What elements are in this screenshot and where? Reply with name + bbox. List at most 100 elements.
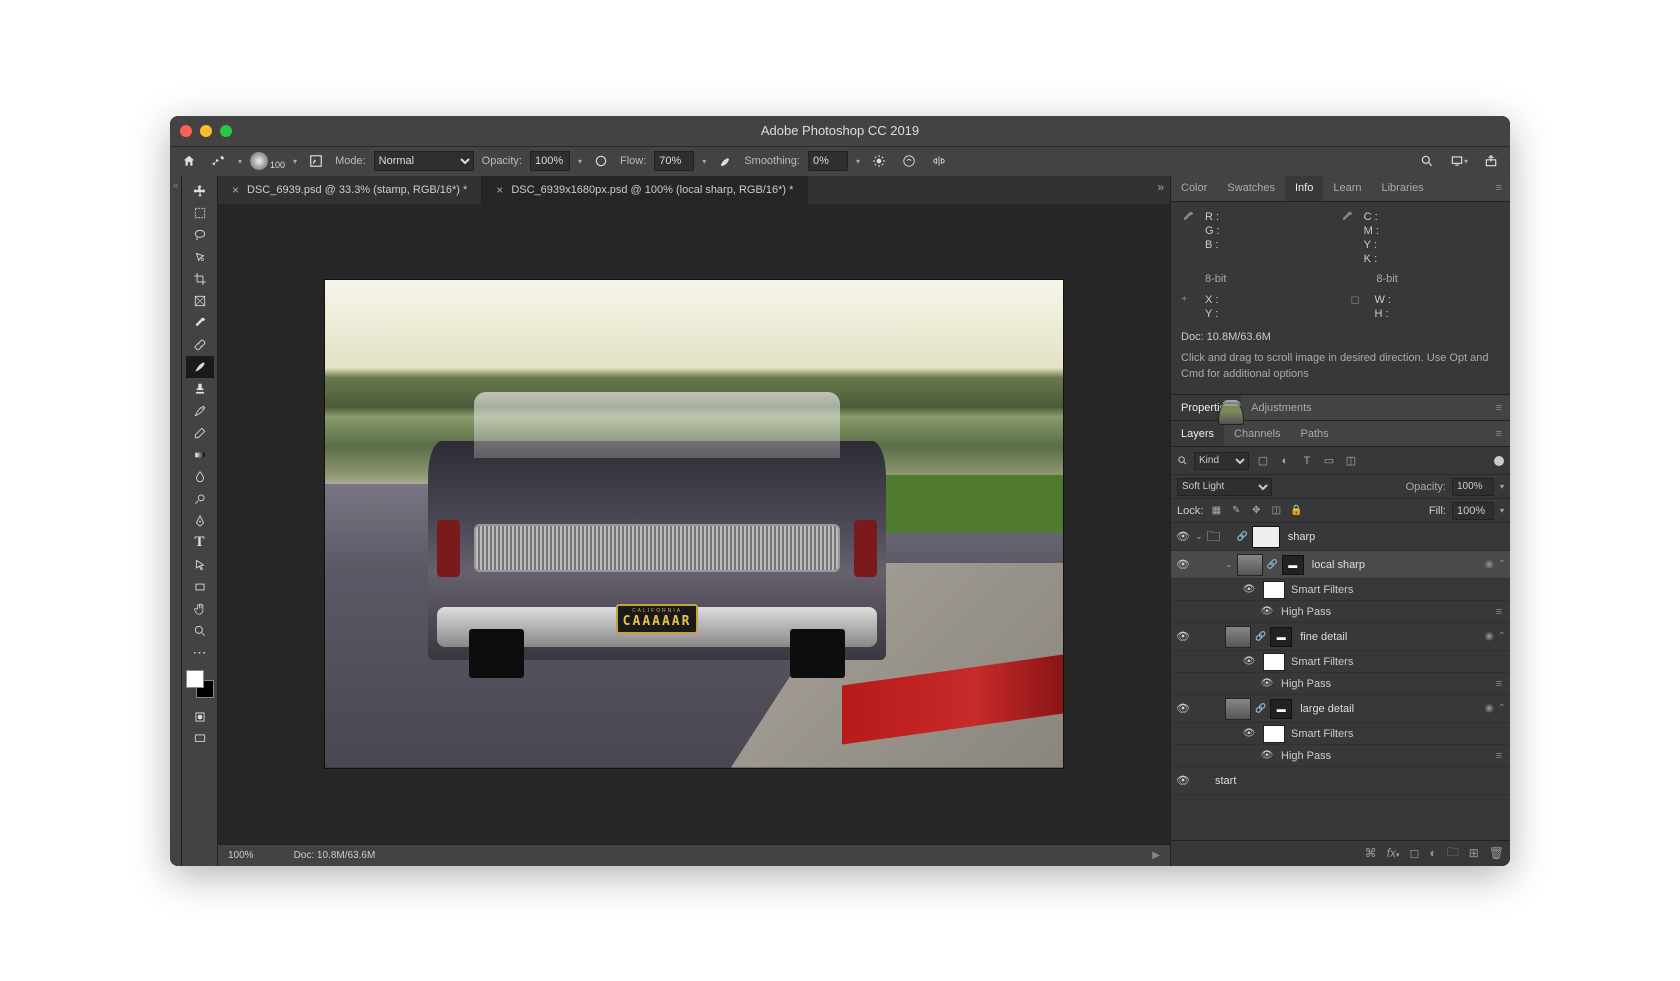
visibility-icon[interactable]: 👁 [1259, 606, 1275, 617]
canvas[interactable]: CALIFORNIA CAAAAAR [324, 279, 1064, 769]
adjustment-layer-icon[interactable]: ◐ [1429, 846, 1436, 860]
layer-thumb[interactable] [1225, 626, 1251, 648]
document-tab[interactable]: ×DSC_6939x1680px.psd @ 100% (local sharp… [482, 176, 808, 204]
layer-name[interactable]: fine detail [1296, 631, 1481, 643]
zoom-level[interactable]: 100% [228, 850, 254, 861]
chevron-down-icon[interactable]: ▾ [238, 157, 242, 166]
canvas-area[interactable]: CALIFORNIA CAAAAAR [218, 204, 1170, 844]
brush-preview[interactable]: 100 [250, 152, 285, 170]
filter-smart-icon[interactable]: ◫ [1343, 453, 1359, 469]
collapse-caret-icon[interactable]: ⌄ [1195, 531, 1203, 542]
smoothing-options-button[interactable] [868, 150, 890, 172]
panel-tab-libraries[interactable]: Libraries [1372, 176, 1434, 201]
chevron-down-icon[interactable]: ▾ [293, 157, 297, 166]
collapse-icon[interactable]: ⌃ [1498, 703, 1506, 714]
smart-filter-item[interactable]: 👁High Pass≡ [1171, 745, 1510, 767]
lock-all-icon[interactable]: 🔒 [1289, 504, 1303, 518]
filter-pixel-icon[interactable]: ▢ [1255, 453, 1271, 469]
panel-tab-learn[interactable]: Learn [1323, 176, 1371, 201]
layer-item[interactable]: 👁start [1171, 767, 1510, 795]
visibility-icon[interactable]: 👁 [1241, 584, 1257, 595]
panel-tab-adjustments[interactable]: Adjustments [1241, 395, 1322, 420]
delete-layer-icon[interactable]: 🗑 [1489, 846, 1504, 860]
layer-style-icon[interactable]: fx▾ [1387, 846, 1400, 860]
search-button[interactable] [1416, 150, 1438, 172]
lock-transparency-icon[interactable]: ▦ [1209, 504, 1223, 518]
zoom-tool[interactable] [186, 620, 214, 642]
doc-size[interactable]: Doc: 10.8M/63.6M [294, 850, 376, 861]
layer-name[interactable]: large detail [1296, 703, 1481, 715]
quick-select-tool[interactable] [186, 246, 214, 268]
stamp-tool[interactable] [186, 378, 214, 400]
layer-opacity-input[interactable]: 100% [1452, 478, 1494, 496]
filter-kind-select[interactable]: Kind [1194, 452, 1249, 470]
screen-mode-tool[interactable] [186, 728, 214, 750]
smart-filter-badge-icon[interactable]: ◉ [1485, 631, 1494, 642]
panel-menu-icon[interactable]: ≡ [1488, 421, 1510, 446]
smart-filters-header[interactable]: 👁Smart Filters [1171, 723, 1510, 745]
filter-mask-thumb[interactable] [1263, 653, 1285, 671]
visibility-icon[interactable]: 👁 [1175, 774, 1191, 787]
panel-tab-info[interactable]: Info [1285, 176, 1323, 201]
filter-adjustment-icon[interactable]: ◐ [1277, 453, 1293, 469]
visibility-icon[interactable]: 👁 [1241, 656, 1257, 667]
visibility-icon[interactable]: 👁 [1175, 630, 1191, 643]
link-layers-icon[interactable]: ⌘ [1365, 846, 1377, 860]
close-tab-icon[interactable]: × [496, 183, 503, 197]
panel-tab-paths[interactable]: Paths [1291, 421, 1339, 446]
frame-tool[interactable] [186, 290, 214, 312]
foreground-swatch[interactable] [186, 670, 204, 688]
chevron-down-icon[interactable]: ▾ [578, 157, 582, 166]
mask-thumb[interactable] [1252, 526, 1280, 548]
mask-thumb[interactable]: ▬ [1282, 555, 1304, 575]
blend-mode-select[interactable]: Soft Light [1177, 478, 1272, 496]
chevron-down-icon[interactable]: ▾ [856, 157, 860, 166]
panel-tab-color[interactable]: Color [1171, 176, 1217, 201]
screen-mode-button[interactable]: ▾ [1448, 150, 1470, 172]
new-group-icon[interactable]: 🗀 [1447, 843, 1459, 864]
color-swatches[interactable] [186, 670, 214, 698]
shape-tool[interactable] [186, 576, 214, 598]
type-tool[interactable]: T [186, 532, 214, 554]
smart-filters-header[interactable]: 👁Smart Filters [1171, 579, 1510, 601]
eyedropper-tool[interactable] [186, 312, 214, 334]
visibility-icon[interactable]: 👁 [1175, 558, 1191, 571]
flow-input[interactable]: 70% [654, 151, 694, 171]
marquee-tool[interactable] [186, 202, 214, 224]
left-collapse-strip[interactable]: « [170, 176, 182, 866]
layer-item[interactable]: 👁🔗▬fine detail◉⌃ [1171, 623, 1510, 651]
tool-preset-icon[interactable] [208, 150, 230, 172]
document-tab[interactable]: ×DSC_6939.psd @ 33.3% (stamp, RGB/16*) * [218, 176, 482, 204]
share-button[interactable] [1480, 150, 1502, 172]
collapse-caret-icon[interactable]: ⌄ [1225, 559, 1233, 570]
chevron-down-icon[interactable]: ▾ [702, 157, 706, 166]
pen-tool[interactable] [186, 510, 214, 532]
smart-filter-badge-icon[interactable]: ◉ [1485, 703, 1494, 714]
brush-settings-button[interactable] [305, 150, 327, 172]
blur-tool[interactable] [186, 466, 214, 488]
move-tool[interactable] [186, 180, 214, 202]
blend-mode-select[interactable]: Normal [374, 151, 474, 171]
layer-item[interactable]: 👁🔗▬large detail◉⌃ [1171, 695, 1510, 723]
lock-position-icon[interactable]: ✥ [1249, 504, 1263, 518]
filter-shape-icon[interactable]: ▭ [1321, 453, 1337, 469]
visibility-icon[interactable]: 👁 [1175, 530, 1191, 543]
lock-image-icon[interactable]: ✎ [1229, 504, 1243, 518]
symmetry-button[interactable] [898, 150, 920, 172]
filter-mask-thumb[interactable] [1263, 725, 1285, 743]
eraser-tool[interactable] [186, 422, 214, 444]
status-arrow-icon[interactable]: ▶ [1152, 850, 1160, 861]
layer-group[interactable]: 👁⌄🗀🔗sharp [1171, 523, 1510, 551]
crop-tool[interactable] [186, 268, 214, 290]
layer-item[interactable]: 👁⌄🔗▬local sharp◉⌃ [1171, 551, 1510, 579]
filter-type-icon[interactable]: T [1299, 453, 1315, 469]
pressure-opacity-button[interactable] [590, 150, 612, 172]
layer-thumb[interactable] [1225, 698, 1251, 720]
chevron-down-icon[interactable]: ▾ [1500, 506, 1504, 515]
mask-thumb[interactable]: ▬ [1270, 627, 1292, 647]
panel-menu-icon[interactable]: ≡ [1488, 176, 1510, 201]
smart-filter-item[interactable]: 👁High Pass≡ [1171, 673, 1510, 695]
hand-tool[interactable] [186, 598, 214, 620]
zoom-window-button[interactable] [220, 125, 232, 137]
path-select-tool[interactable] [186, 554, 214, 576]
